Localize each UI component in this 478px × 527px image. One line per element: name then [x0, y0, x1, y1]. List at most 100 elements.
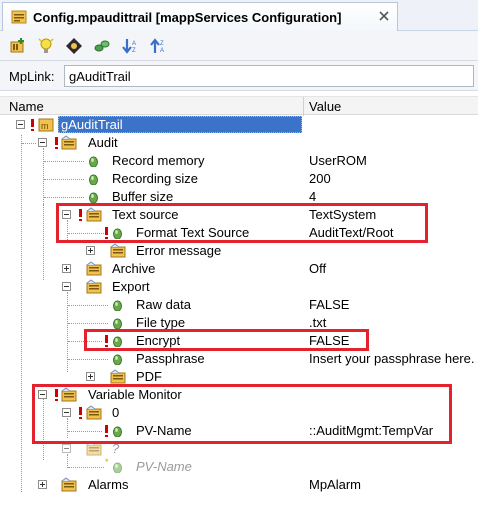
parameter-icon — [113, 462, 122, 473]
expand-toggle[interactable] — [86, 246, 95, 255]
tree-row-record-memory[interactable]: Record memory UserROM — [0, 152, 478, 170]
mplink-label: MpLink: — [9, 69, 55, 84]
tree-label: Archive — [112, 261, 156, 276]
tree-value[interactable]: Off — [309, 261, 326, 276]
mapp-component-icon: m — [38, 118, 54, 132]
tree-label: Record memory — [112, 153, 205, 168]
tree-row-recording-size[interactable]: Recording size 200 — [0, 170, 478, 188]
svg-text:m: m — [41, 121, 49, 131]
parameter-icon — [89, 174, 98, 185]
mplink-bar: MpLink: — [0, 61, 478, 91]
tree-row-audit[interactable]: Audit — [0, 134, 478, 152]
tree-label: File type — [136, 315, 186, 330]
parameter-icon — [113, 300, 122, 311]
close-icon[interactable] — [377, 9, 391, 23]
sort-descending-icon: A Z — [122, 38, 136, 54]
svg-text:A: A — [132, 41, 136, 47]
tab-strip: Config.mpaudittrail [mappServices Config… — [0, 0, 478, 31]
mplink-input[interactable] — [64, 65, 474, 87]
sort-ascending-icon: Z A — [150, 37, 164, 54]
config-file-icon — [11, 10, 27, 24]
add-element-icon — [10, 37, 24, 52]
tree-guide — [68, 323, 108, 324]
error-marker-icon — [55, 137, 58, 149]
link-button[interactable] — [92, 36, 112, 56]
folder-config-icon — [110, 243, 126, 258]
tree-value[interactable]: UserROM — [309, 153, 367, 168]
folder-config-icon — [86, 261, 102, 276]
highlight-box-encrypt — [84, 329, 369, 351]
tree-value[interactable]: 4 — [309, 189, 316, 204]
folder-config-icon — [110, 369, 126, 384]
tree-label: Raw data — [136, 297, 191, 312]
tree-value[interactable]: .txt — [309, 315, 326, 330]
add-element-button[interactable] — [8, 36, 28, 56]
tree-guide — [44, 161, 84, 162]
light-bulb-icon — [38, 37, 54, 53]
expand-toggle[interactable] — [38, 480, 47, 489]
svg-text:A: A — [160, 48, 164, 54]
parameter-icon — [113, 318, 122, 329]
sort-descending-button[interactable]: A Z — [120, 36, 140, 56]
svg-text:Z: Z — [132, 48, 136, 54]
tree-value[interactable]: Insert your passphrase here. — [309, 351, 477, 366]
parameter-icon — [89, 156, 98, 167]
toolbar: A Z Z A — [0, 31, 478, 61]
folder-config-icon — [86, 279, 102, 294]
tree-row-alarms[interactable]: Alarms MpAlarm — [0, 476, 478, 494]
tree-row-error-message[interactable]: Error message — [0, 242, 478, 260]
parameter-icon — [89, 192, 98, 203]
tree-guide — [68, 467, 104, 468]
column-header-name[interactable]: Name — [9, 99, 44, 114]
expand-toggle[interactable] — [86, 372, 95, 381]
tree-row-raw-data[interactable]: Raw data FALSE — [0, 296, 478, 314]
link-icon — [94, 40, 110, 51]
navigate-button[interactable] — [64, 36, 84, 56]
tree-row-archive[interactable]: Archive Off — [0, 260, 478, 278]
tab-config-mpaudittrail[interactable]: Config.mpaudittrail [mappServices Config… — [2, 2, 398, 31]
tree-label: Passphrase — [136, 351, 205, 366]
column-separator[interactable] — [303, 97, 304, 116]
highlight-box-variable-monitor — [32, 384, 452, 444]
parameter-icon — [113, 354, 122, 365]
tree-value[interactable]: 200 — [309, 171, 331, 186]
tree-label: PDF — [136, 369, 162, 384]
folder-config-icon — [61, 135, 77, 150]
tree-guide — [22, 143, 36, 144]
column-header-value[interactable]: Value — [309, 99, 341, 114]
collapse-toggle[interactable] — [62, 282, 71, 291]
tree-label: Alarms — [88, 477, 129, 492]
navigate-icon — [66, 37, 82, 54]
tree-label: Audit — [88, 135, 118, 150]
tree-label: Error message — [136, 243, 222, 258]
tree-row-passphrase[interactable]: Passphrase Insert your passphrase here. — [0, 350, 478, 368]
tree-row-pv-name-placeholder[interactable]: * PV-Name — [0, 457, 478, 476]
tree-row-gaudittrail[interactable]: m gAuditTrail — [0, 116, 478, 134]
collapse-toggle[interactable] — [38, 138, 47, 147]
light-bulb-button[interactable] — [36, 36, 56, 56]
tree-value[interactable]: FALSE — [309, 297, 349, 312]
tree-label: PV-Name — [136, 459, 192, 474]
expand-toggle[interactable] — [62, 264, 71, 273]
tree-value[interactable]: MpAlarm — [309, 477, 361, 492]
folder-config-icon — [61, 477, 77, 492]
svg-text:Z: Z — [160, 41, 164, 47]
error-marker-icon — [31, 119, 34, 131]
tree-guide — [44, 179, 84, 180]
collapse-toggle[interactable] — [16, 120, 25, 129]
new-item-star-icon: * — [105, 457, 109, 467]
highlight-box-text-source — [56, 203, 428, 243]
tree-label: Recording size — [112, 171, 198, 186]
grid-header: Name Value — [0, 96, 478, 116]
tree-label: Buffer size — [112, 189, 174, 204]
collapse-toggle[interactable] — [62, 444, 71, 453]
tree-guide — [68, 359, 108, 360]
tab-title: Config.mpaudittrail [mappServices Config… — [33, 9, 342, 25]
tree-label: gAuditTrail — [58, 116, 302, 133]
tree-label: Export — [112, 279, 150, 294]
config-tree: m gAuditTrail Audit Record memory UserRO… — [0, 116, 478, 527]
tree-guide — [44, 197, 84, 198]
sort-ascending-button[interactable]: Z A — [148, 36, 168, 56]
tree-row-export[interactable]: Export — [0, 278, 478, 296]
tree-guide — [68, 305, 108, 306]
